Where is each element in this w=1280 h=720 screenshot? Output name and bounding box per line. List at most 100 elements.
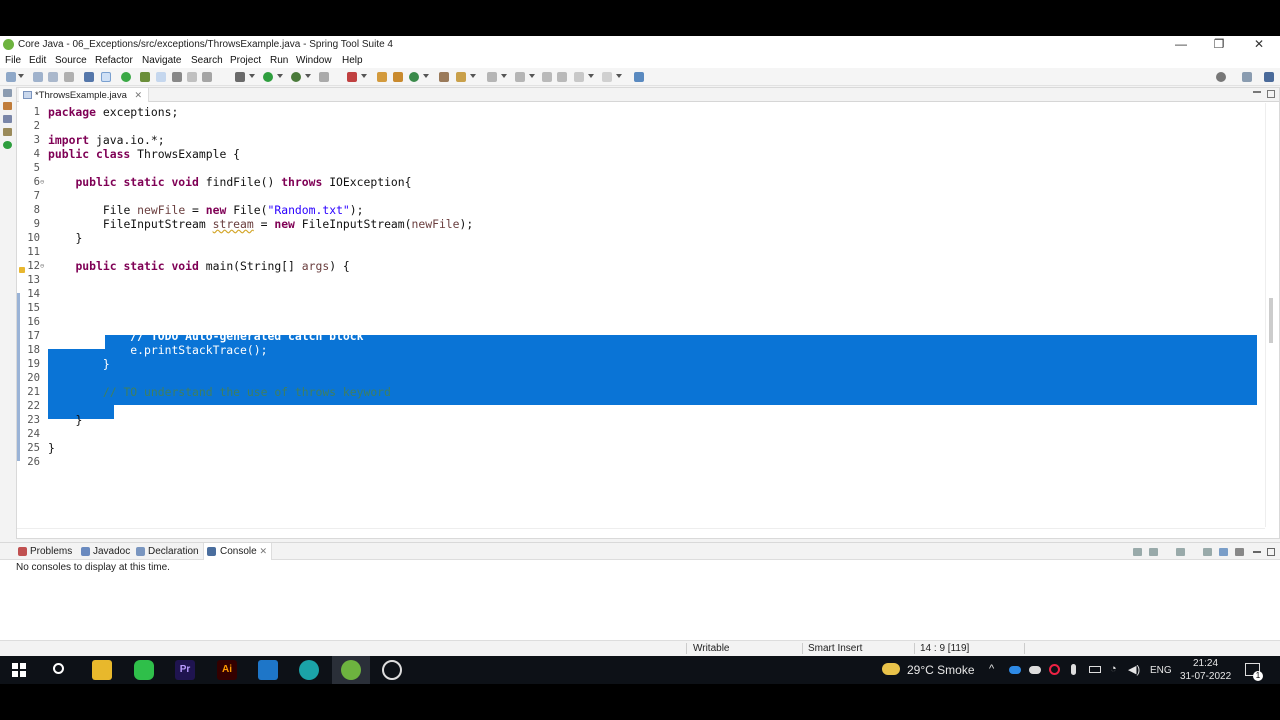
hierarchy-icon[interactable]: [3, 102, 12, 110]
java-perspective-icon[interactable]: [1264, 72, 1274, 82]
menu-file[interactable]: File: [5, 55, 21, 66]
restore-button[interactable]: ❐: [1204, 37, 1234, 52]
search-icon[interactable]: [1216, 72, 1226, 82]
weather-icon[interactable]: [882, 663, 900, 675]
last-edit-icon[interactable]: [542, 72, 552, 82]
onedrive-icon[interactable]: [1009, 666, 1021, 674]
external-tools-icon[interactable]: [347, 72, 357, 82]
settings-icon[interactable]: [1235, 548, 1244, 556]
new-icon-2[interactable]: [409, 72, 419, 82]
chevron-up-icon[interactable]: ^: [989, 663, 994, 675]
package-explorer-icon[interactable]: [3, 89, 12, 97]
editor-tab-throwsexample[interactable]: *ThrowsExample.java ✕: [19, 88, 150, 102]
maximize-editor-icon[interactable]: [1267, 90, 1275, 98]
format-icon[interactable]: [202, 72, 212, 82]
obs-icon[interactable]: [382, 660, 402, 680]
clock-time[interactable]: 21:24: [1193, 658, 1218, 669]
stop-icon[interactable]: [319, 72, 329, 82]
close-window-button[interactable]: ✕: [1244, 37, 1274, 52]
next-annotation-icon[interactable]: [487, 72, 497, 82]
chevron-down-icon[interactable]: [616, 74, 622, 78]
menu-source[interactable]: Source: [55, 55, 87, 66]
menu-navigate[interactable]: Navigate: [142, 55, 181, 66]
coverage-icon[interactable]: [291, 72, 301, 82]
menu-edit[interactable]: Edit: [29, 55, 46, 66]
chevron-down-icon[interactable]: [277, 74, 283, 78]
perspective-icon[interactable]: [1242, 72, 1252, 82]
new-package-icon[interactable]: [377, 72, 387, 82]
new-console-icon[interactable]: [1176, 548, 1185, 556]
open-console-icon[interactable]: [1133, 548, 1142, 556]
terminal-icon[interactable]: [84, 72, 94, 82]
paragraph-icon[interactable]: [187, 72, 197, 82]
save-icon[interactable]: [33, 72, 43, 82]
pin-console-icon[interactable]: [1203, 548, 1212, 556]
back-nav-icon[interactable]: [574, 72, 584, 82]
microphone-icon[interactable]: [1071, 664, 1076, 675]
menu-window[interactable]: Window: [296, 55, 332, 66]
toggle-icon[interactable]: [101, 72, 111, 82]
close-tab-icon[interactable]: ✕: [259, 546, 267, 556]
spring-tool-suite-icon[interactable]: [341, 660, 361, 680]
pin-editor-icon[interactable]: [634, 72, 644, 82]
illustrator-icon[interactable]: Ai: [217, 660, 237, 680]
menu-run[interactable]: Run: [270, 55, 288, 66]
phone-link-icon[interactable]: [134, 660, 154, 680]
close-tab-icon[interactable]: ✕: [135, 90, 143, 100]
grid-icon[interactable]: [172, 72, 182, 82]
new-class-icon[interactable]: [393, 72, 403, 82]
minimize-panel-icon[interactable]: [1253, 551, 1261, 553]
menu-search[interactable]: Search: [191, 55, 223, 66]
weather-text[interactable]: 29°C Smoke: [907, 663, 975, 677]
scrollbar-thumb[interactable]: [1269, 298, 1273, 343]
tab-problems[interactable]: Problems: [18, 546, 72, 557]
prev-annotation-icon[interactable]: [515, 72, 525, 82]
vertical-scrollbar[interactable]: [1265, 103, 1277, 527]
forward-nav-icon[interactable]: [602, 72, 612, 82]
file-explorer-icon[interactable]: [92, 660, 112, 680]
maximize-panel-icon[interactable]: [1267, 548, 1275, 556]
junit-icon[interactable]: [3, 115, 12, 123]
new-icon[interactable]: [6, 72, 16, 82]
edge-icon[interactable]: [299, 660, 319, 680]
back-icon[interactable]: [557, 72, 567, 82]
print-icon[interactable]: [64, 72, 74, 82]
menu-project[interactable]: Project: [230, 55, 261, 66]
vscode-icon[interactable]: [258, 660, 278, 680]
search-icon[interactable]: [53, 663, 64, 674]
wifi-icon[interactable]: ◔: [1110, 663, 1117, 675]
chevron-down-icon[interactable]: [423, 74, 429, 78]
scroll-lock-icon[interactable]: [1219, 548, 1228, 556]
tab-declaration[interactable]: Declaration: [136, 546, 199, 557]
security-icon[interactable]: [1049, 664, 1060, 675]
minimize-button[interactable]: —: [1166, 37, 1196, 52]
menu-help[interactable]: Help: [342, 55, 363, 66]
chevron-down-icon[interactable]: [249, 74, 255, 78]
open-type-icon[interactable]: [140, 72, 150, 82]
chevron-down-icon[interactable]: [305, 74, 311, 78]
tab-javadoc[interactable]: Javadoc: [81, 546, 130, 557]
chevron-down-icon[interactable]: [361, 74, 367, 78]
chevron-down-icon[interactable]: [529, 74, 535, 78]
search-tool-icon[interactable]: [456, 72, 466, 82]
save-all-icon[interactable]: [48, 72, 58, 82]
chevron-down-icon[interactable]: [18, 74, 24, 78]
language-indicator[interactable]: ENG: [1150, 665, 1172, 676]
code-area[interactable]: 1 package exceptions; 2 3 import java.io.*…: [17, 103, 1257, 527]
open-task-icon[interactable]: [439, 72, 449, 82]
spring-icon[interactable]: [3, 141, 12, 149]
chevron-down-icon[interactable]: [501, 74, 507, 78]
cloud-icon[interactable]: [1029, 666, 1041, 674]
battery-icon[interactable]: [1089, 666, 1101, 673]
windows-start-icon[interactable]: [12, 663, 26, 677]
tab-console[interactable]: Console ✕: [203, 543, 273, 560]
volume-icon[interactable]: ◀): [1128, 663, 1140, 676]
select-icon[interactable]: [156, 72, 166, 82]
chevron-down-icon[interactable]: [470, 74, 476, 78]
boot-dashboard-icon[interactable]: [3, 128, 12, 136]
display-console-icon[interactable]: [1149, 548, 1158, 556]
horizontal-scrollbar[interactable]: [17, 528, 1265, 538]
clock-date[interactable]: 31-07-2022: [1180, 671, 1231, 682]
debug-icon[interactable]: [235, 72, 245, 82]
minimize-editor-icon[interactable]: [1253, 91, 1261, 93]
